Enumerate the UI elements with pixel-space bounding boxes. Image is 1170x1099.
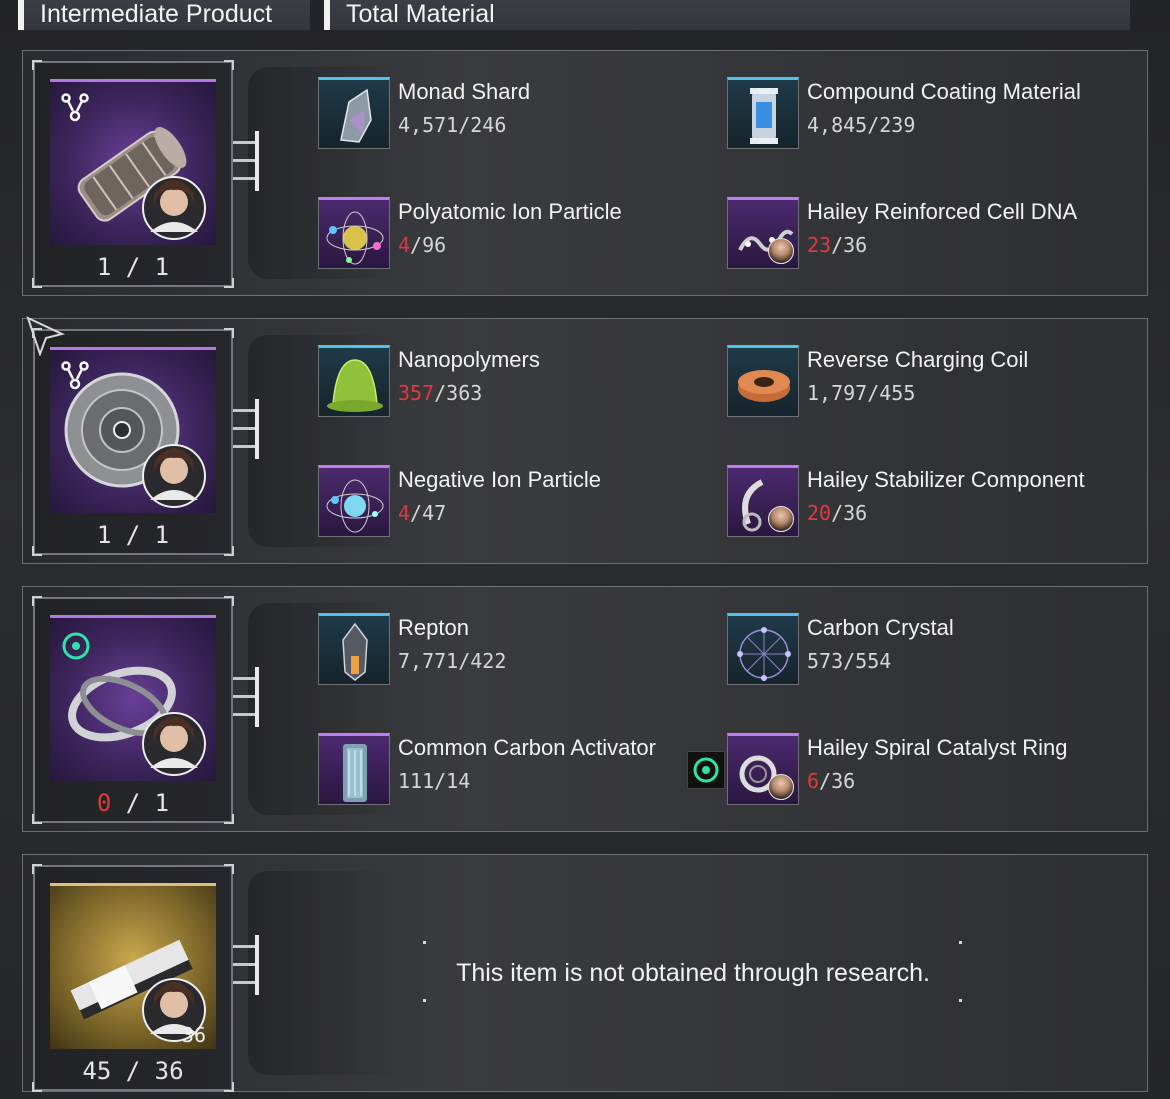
product-slot[interactable]: 1 / 1 [32, 328, 234, 556]
cell-dna-icon [727, 197, 799, 269]
location-icon [62, 632, 90, 660]
material-quantity: 4,845/239 [807, 113, 916, 137]
product-image-rings [50, 615, 216, 781]
connector [233, 667, 261, 727]
product-slot[interactable]: 1 / 1 [32, 60, 234, 288]
product-image-module: 36 [50, 883, 216, 1049]
product-image-cylinder [50, 79, 216, 245]
tab-bar: Intermediate Product Total Material [18, 0, 1130, 32]
tab-intermediate-product[interactable]: Intermediate Product [18, 0, 310, 30]
material-name: Monad Shard [398, 79, 531, 104]
compound-coating-icon [727, 77, 799, 149]
spiral-catalyst-ring-icon [727, 733, 799, 805]
character-avatar [768, 774, 794, 800]
polyatomic-ion-icon [318, 197, 390, 269]
product-slot[interactable]: 36 45 / 36 [32, 864, 234, 1092]
monad-shard-icon [318, 77, 390, 149]
material-name: Polyatomic Ion Particle [398, 199, 622, 224]
material-quantity: 7,771/422 [398, 649, 507, 673]
material-name: Hailey Spiral Catalyst Ring [807, 735, 1068, 760]
carbon-activator-icon [318, 733, 390, 805]
repton-icon [318, 613, 390, 685]
carbon-crystal-icon [727, 613, 799, 685]
pointer-cursor-icon [26, 316, 65, 356]
material-name: Repton [398, 615, 469, 640]
product-count: 1 / 1 [96, 253, 170, 281]
intermediate-product-row-4: 36 45 / 36 This item is not obtained thr… [22, 854, 1148, 1092]
product-badge-count: 36 [182, 1023, 206, 1047]
material-name: Negative Ion Particle [398, 467, 601, 492]
material-name: Nanopolymers [398, 347, 540, 372]
material-name: Common Carbon Activator [398, 735, 656, 760]
material-quantity: 23/36 [807, 233, 868, 257]
research-icon [61, 361, 89, 390]
nanopolymers-icon [318, 345, 390, 417]
material-quantity: 357/363 [398, 381, 483, 405]
material-name: Hailey Reinforced Cell DNA [807, 199, 1078, 224]
not-obtained-message: This item is not obtained through resear… [456, 959, 930, 987]
material-name: Compound Coating Material [807, 79, 1081, 104]
material-name: Hailey Stabilizer Component [807, 467, 1085, 492]
material-quantity: 4/47 [398, 501, 447, 525]
connector [233, 935, 261, 995]
character-avatar [142, 712, 206, 776]
character-avatar [768, 506, 794, 532]
tab-total-material[interactable]: Total Material [324, 0, 1130, 30]
product-count: 0 / 1 [96, 789, 170, 817]
product-count: 45 / 36 [82, 1057, 184, 1085]
research-icon [61, 93, 89, 122]
material-name: Reverse Charging Coil [807, 347, 1029, 372]
character-avatar [142, 176, 206, 240]
material-name: Carbon Crystal [807, 615, 954, 640]
material-quantity: 6/36 [807, 769, 856, 793]
connector [233, 399, 261, 459]
material-quantity: 1,797/455 [807, 381, 916, 405]
character-avatar [768, 238, 794, 264]
intermediate-product-row-1: 1 / 1 Monad Shard 4,571/246 Compound Coa… [22, 50, 1148, 296]
material-quantity: 4/96 [398, 233, 447, 257]
negative-ion-icon [318, 465, 390, 537]
material-quantity: 20/36 [807, 501, 868, 525]
material-quantity: 111/14 [398, 769, 471, 793]
connector [233, 131, 261, 191]
product-count: 1 / 1 [96, 521, 170, 549]
character-avatar [142, 444, 206, 508]
product-image-disc [50, 347, 216, 513]
material-quantity: 573/554 [807, 649, 892, 673]
product-slot[interactable]: 0 / 1 [32, 596, 234, 824]
material-quantity: 4,571/246 [398, 113, 507, 137]
intermediate-product-row-2: 1 / 1 Nanopolymers 357/363 Reverse Charg… [22, 318, 1148, 564]
intermediate-product-row-3: 0 / 1 Repton 7,771/422 Carbon Crystal 57… [22, 586, 1148, 832]
stabilizer-component-icon [727, 465, 799, 537]
location-icon[interactable] [687, 751, 725, 789]
charging-coil-icon [727, 345, 799, 417]
